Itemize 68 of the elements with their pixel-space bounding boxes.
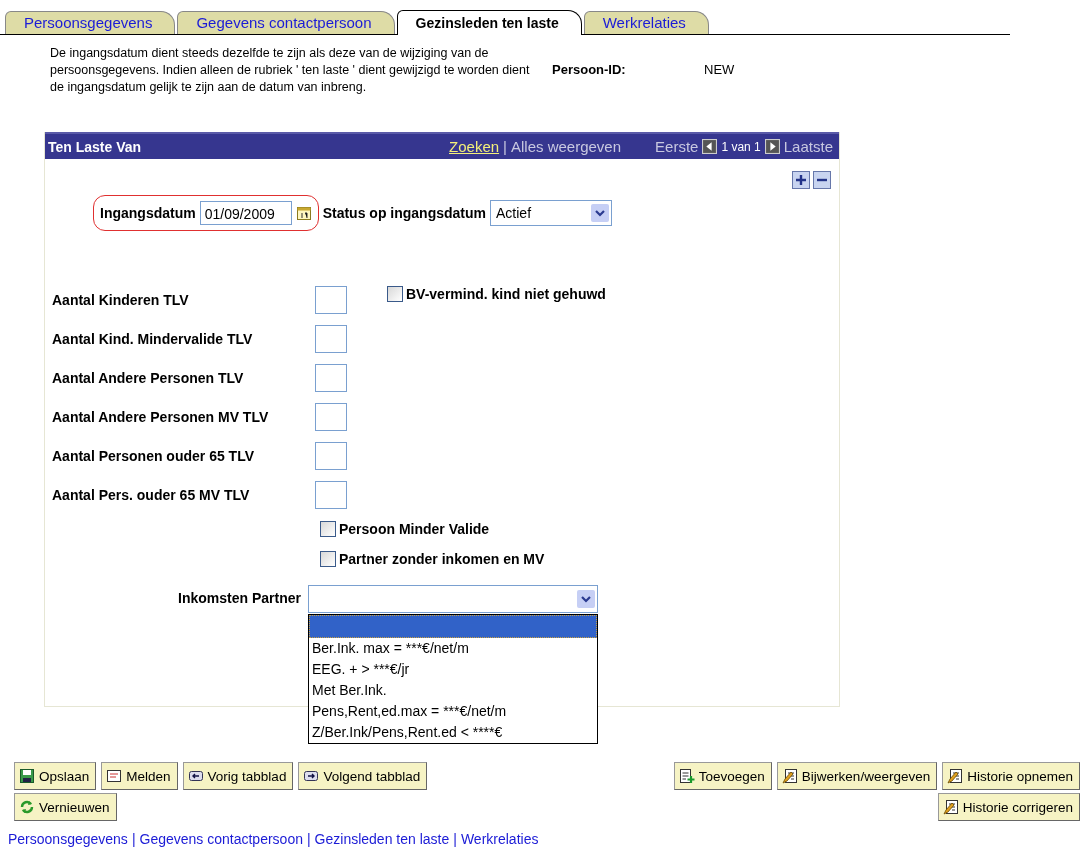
toolbar-button[interactable]: Historie opnemen xyxy=(942,762,1080,790)
page-link[interactable]: Gezinsleden ten laste xyxy=(314,831,450,848)
number-field[interactable] xyxy=(315,364,347,392)
page-link[interactable]: Gegevens contactpersoon xyxy=(139,831,303,848)
toolbar-button[interactable]: Vernieuwen xyxy=(14,793,117,821)
person-id-label: Persoon-ID: xyxy=(552,62,627,77)
number-field[interactable] xyxy=(315,325,347,353)
toolbar-button[interactable]: Melden xyxy=(101,762,178,790)
checkbox-label: Persoon Minder Valide xyxy=(339,521,490,537)
note-icon xyxy=(106,768,123,784)
number-field[interactable] xyxy=(315,403,347,431)
field-label: Aantal Pers. ouder 65 MV TLV xyxy=(52,487,251,503)
panel-title: Ten Laste Van xyxy=(48,138,142,155)
field-label: Status op ingangsdatum xyxy=(322,205,486,221)
separator: | xyxy=(131,831,136,848)
person-id-value: NEW xyxy=(704,62,735,77)
field-label: Aantal Personen ouder 65 TLV xyxy=(52,448,255,464)
field-label: Aantal Kind. Mindervalide TLV xyxy=(52,331,254,347)
field-label: Aantal Andere Personen TLV xyxy=(52,370,245,386)
tab[interactable]: Werkrelaties xyxy=(583,11,709,34)
dropdown-option[interactable]: Ber.Ink. max = ***€/net/m xyxy=(309,638,597,659)
view-all-link[interactable]: Alles weergeven xyxy=(511,138,622,155)
separator: | xyxy=(503,138,507,155)
number-field[interactable] xyxy=(315,481,347,509)
dropdown-option[interactable]: Z/Ber.Ink/Pens,Rent.ed < ****€ xyxy=(309,722,597,743)
dropdown-option[interactable]: Pens,Rent,ed.max = ***€/net/m xyxy=(309,701,597,722)
pencil-document-icon xyxy=(947,768,964,784)
toolbar-button[interactable]: Vorig tabblad xyxy=(182,762,294,790)
pencil-document-icon xyxy=(942,799,959,815)
toolbar-button[interactable]: Volgend tabblad xyxy=(298,762,428,790)
field-label: Inkomsten Partner xyxy=(177,590,302,606)
toolbar-button[interactable]: Opslaan xyxy=(14,762,97,790)
tab[interactable]: Persoonsgegevens xyxy=(5,11,176,34)
checkbox[interactable] xyxy=(387,286,403,302)
document-plus-icon xyxy=(678,768,695,784)
page-link[interactable]: Persoonsgegevens xyxy=(8,831,128,848)
number-field[interactable] xyxy=(315,442,347,470)
checkbox-label: Partner zonder inkomen en MV xyxy=(339,551,545,567)
date-field[interactable]: 01/09/2009 xyxy=(199,201,292,225)
field-label: Aantal Andere Personen MV TLV xyxy=(52,409,270,425)
page-link[interactable]: Werkrelaties xyxy=(460,831,539,848)
next-icon[interactable] xyxy=(764,139,780,154)
checkbox[interactable] xyxy=(320,521,336,537)
number-field[interactable] xyxy=(315,286,347,314)
tab[interactable]: Gezinsleden ten laste xyxy=(396,10,582,35)
intro-text: De ingangsdatum dient steeds dezelfde te zijn als deze van de wijziging van de persoonsgegevens. Indien alleen de rubriek ' ten laste ' dient gewijzigd te worden dient de ingangsdatum gelijk te zijn aan de datum van inbreng. xyxy=(50,45,531,96)
status-dropdown[interactable]: Actief xyxy=(490,200,612,226)
row-count: 1 van 1 xyxy=(721,139,761,154)
checkbox-label: BV-vermind. kind niet gehuwd xyxy=(406,286,606,302)
delete-row-icon[interactable] xyxy=(813,171,831,189)
dropdown-option[interactable]: EEG. + > ***€/jr xyxy=(309,659,597,680)
toolbar-button[interactable]: Toevoegen xyxy=(673,762,772,790)
separator: | xyxy=(306,831,311,848)
toolbar-button[interactable]: Historie corrigeren xyxy=(937,793,1080,821)
separator: | xyxy=(453,831,457,848)
field-label: Ingangsdatum xyxy=(100,205,196,221)
refresh-icon xyxy=(19,799,35,815)
field-label: Aantal Kinderen TLV xyxy=(52,292,190,308)
calendar-icon[interactable] xyxy=(295,205,312,221)
toolbar-button[interactable]: Bijwerken/weergeven xyxy=(776,762,938,790)
add-row-icon[interactable] xyxy=(792,171,810,189)
dropdown-option[interactable]: Met Ber.Ink. xyxy=(309,680,597,701)
previous-icon[interactable] xyxy=(702,139,718,154)
pencil-document-icon xyxy=(781,768,798,784)
tab[interactable]: Gegevens contactpersoon xyxy=(177,11,395,34)
checkbox[interactable] xyxy=(320,551,336,567)
save-icon xyxy=(19,768,35,784)
find-link[interactable]: Zoeken xyxy=(449,138,500,155)
